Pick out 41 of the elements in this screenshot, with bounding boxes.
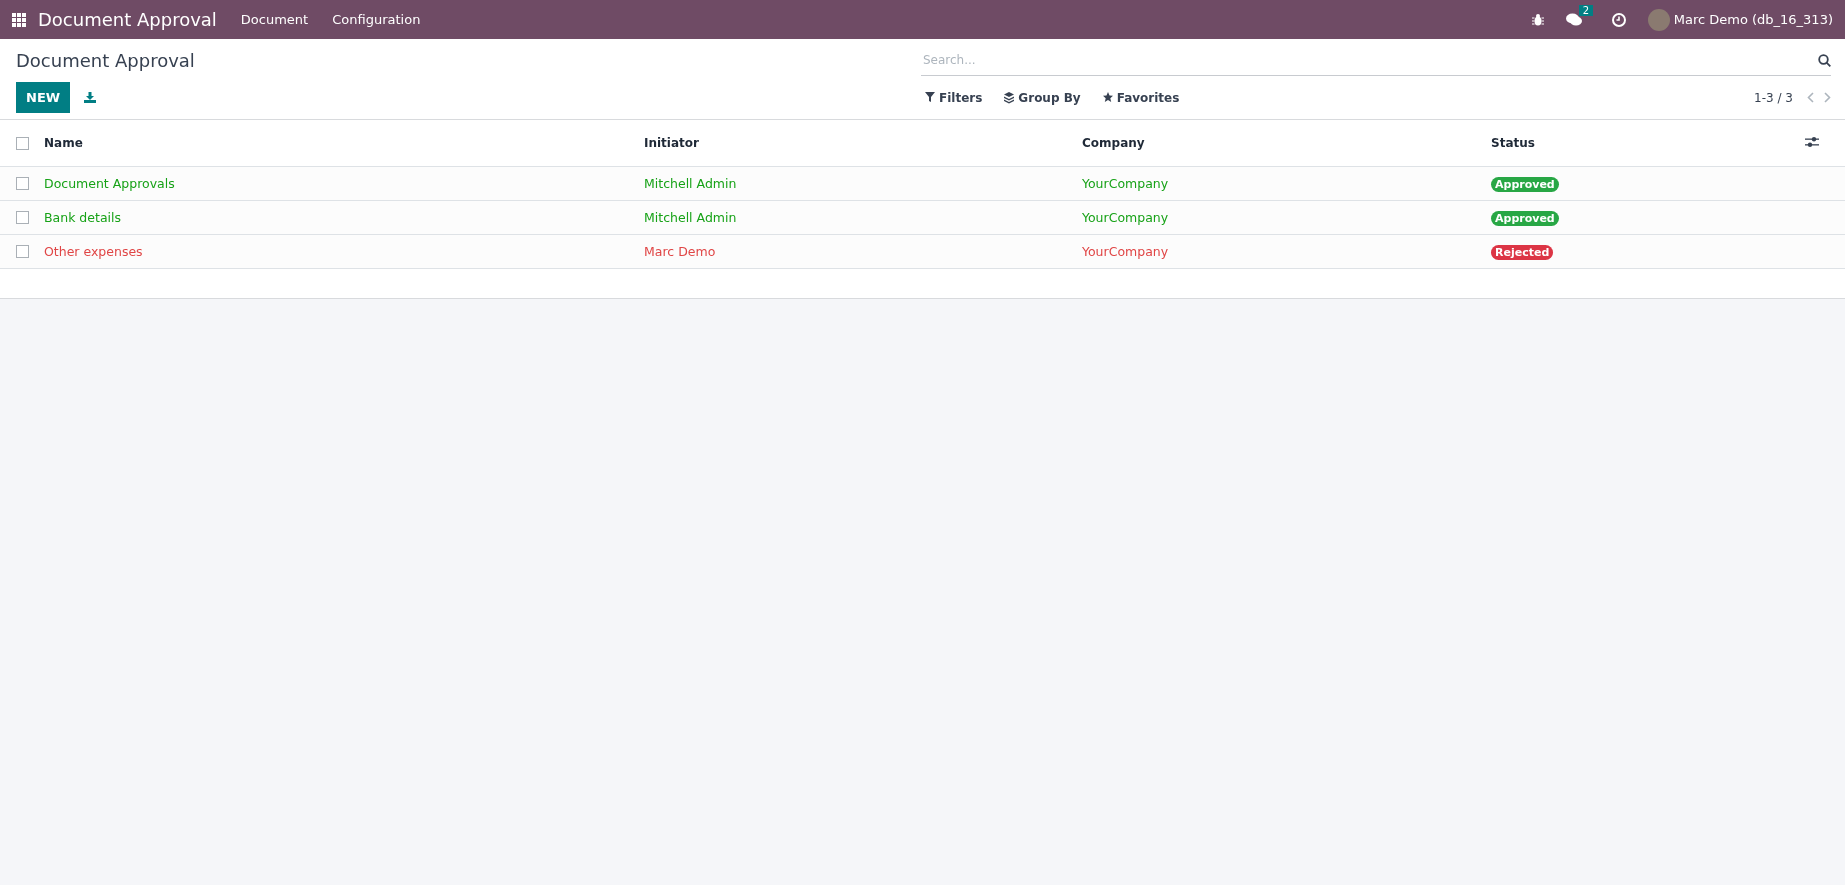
column-header[interactable]: Initiator <box>644 136 699 150</box>
pager-value[interactable]: 1-3 / 3 <box>1754 90 1793 105</box>
filter-menu-button[interactable]: Favorites <box>1102 90 1180 105</box>
column-header[interactable]: Company <box>1082 136 1145 150</box>
row-checkbox[interactable] <box>16 245 29 258</box>
status-badge: Approved <box>1491 176 1559 192</box>
initiator-name: Marc Demo <box>644 244 716 259</box>
menu-item[interactable]: Configuration <box>332 12 421 27</box>
user-menu[interactable]: Marc Demo (db_16_313) <box>1673 12 1833 27</box>
search-icon[interactable] <box>1818 53 1831 67</box>
record-name: Document Approvals <box>44 176 175 191</box>
record-name: Other expenses <box>44 244 143 259</box>
filter-menu-button[interactable]: Group By <box>1004 90 1081 105</box>
breadcrumb-title: Document Approval <box>16 50 196 71</box>
initiator-name: Mitchell Admin <box>644 210 737 225</box>
status-badge: Rejected <box>1491 244 1554 260</box>
clock-icon[interactable] <box>1611 12 1626 27</box>
new-button[interactable]: NEW <box>16 82 71 113</box>
company-name: YourCompany <box>1082 210 1169 225</box>
row-checkbox[interactable] <box>16 177 29 190</box>
download-icon[interactable] <box>84 92 97 103</box>
status-badge: Approved <box>1491 210 1559 226</box>
select-all-checkbox[interactable] <box>16 136 29 150</box>
record-name: Bank details <box>44 210 121 225</box>
apps-menu-icon[interactable] <box>12 12 26 27</box>
star-icon <box>1102 91 1113 104</box>
filter-icon <box>925 91 935 104</box>
bug-icon[interactable] <box>1531 13 1544 26</box>
company-name: YourCompany <box>1082 176 1169 191</box>
column-header[interactable]: Status <box>1491 136 1535 150</box>
layers-icon <box>1004 91 1015 104</box>
message-count-badge: 2 <box>1578 4 1594 16</box>
initiator-name: Mitchell Admin <box>644 176 737 191</box>
app-title[interactable]: Document Approval <box>38 9 217 30</box>
menu-item[interactable]: Document <box>240 12 309 27</box>
company-name: YourCompany <box>1082 244 1169 259</box>
chat-icon[interactable] <box>1565 12 1582 27</box>
row-checkbox[interactable] <box>16 211 29 224</box>
column-settings-icon[interactable] <box>1805 135 1819 148</box>
column-header[interactable]: Name <box>44 136 83 150</box>
filter-menu-button[interactable]: Filters <box>925 90 983 105</box>
